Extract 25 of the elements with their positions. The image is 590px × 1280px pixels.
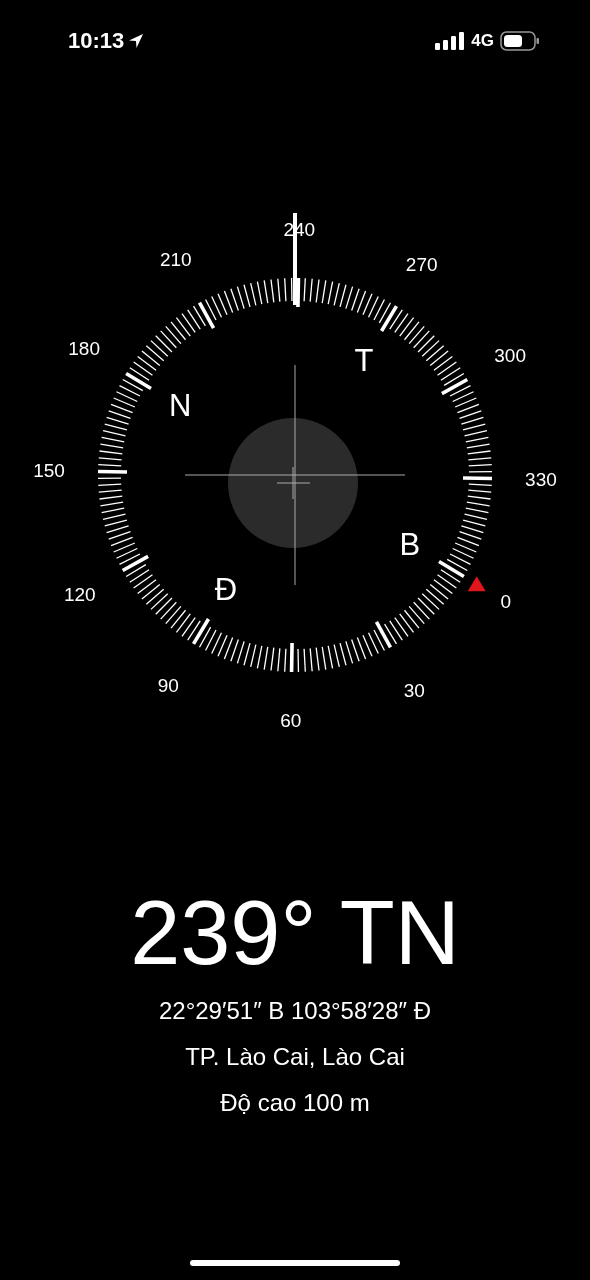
north-marker-icon xyxy=(467,576,486,592)
degree-label: 30 xyxy=(403,679,425,701)
signal-icon xyxy=(435,32,466,50)
battery-icon xyxy=(500,31,540,51)
degree-label: 270 xyxy=(405,253,438,275)
cardinal-letter: N xyxy=(168,388,192,424)
degree-label: 180 xyxy=(68,337,100,359)
degree-label: 330 xyxy=(525,468,557,490)
degree-label: 150 xyxy=(33,460,65,482)
heading-readout: 239° TN xyxy=(130,882,460,985)
cardinal-letter: T xyxy=(354,342,374,378)
location-name: TP. Lào Cai, Lào Cai xyxy=(185,1042,405,1072)
degree-label: 60 xyxy=(280,710,302,732)
location-arrow-icon xyxy=(128,33,145,49)
degree-label: 210 xyxy=(159,249,192,271)
coordinates: 22°29′51″ B 103°58′28″ Đ xyxy=(158,996,431,1026)
degree-label: 300 xyxy=(494,345,526,367)
degree-label: 0 xyxy=(500,591,512,613)
degree-label: 90 xyxy=(157,675,179,697)
altitude: Độ cao 100 m xyxy=(220,1088,370,1118)
cardinal-letter: Đ xyxy=(214,572,238,608)
clock-time: 10:13 xyxy=(68,28,125,54)
cardinal-letter: B xyxy=(399,526,421,562)
degree-label: 120 xyxy=(64,583,96,605)
network-type: 4G xyxy=(471,31,494,51)
